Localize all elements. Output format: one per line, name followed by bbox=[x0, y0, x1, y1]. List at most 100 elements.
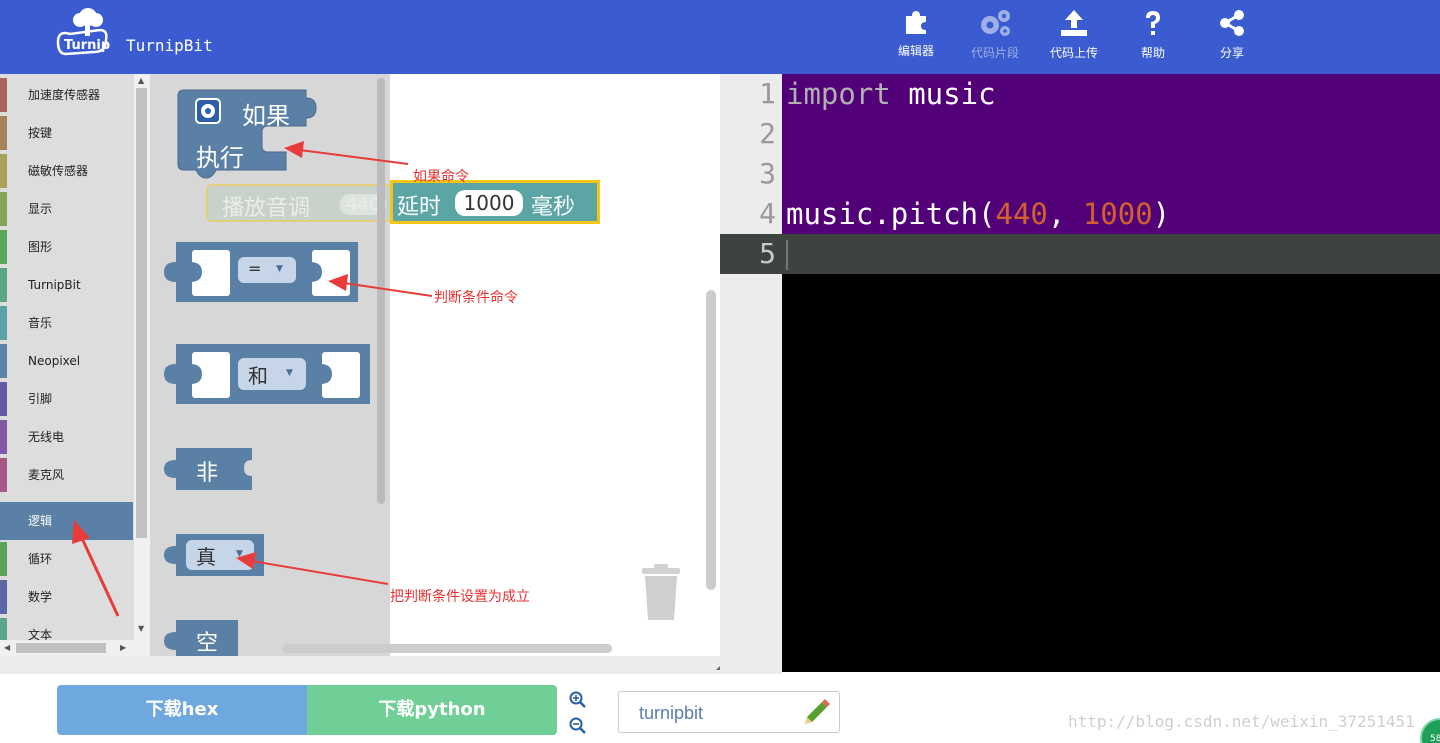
category-label: 图形 bbox=[28, 240, 53, 254]
scroll-right-icon[interactable]: ▶ bbox=[120, 643, 126, 652]
boolean-value-dropdown[interactable]: 真 ▼ bbox=[186, 540, 254, 570]
null-label: 空 bbox=[196, 631, 219, 656]
gear-icon[interactable] bbox=[195, 98, 221, 124]
share-icon bbox=[1220, 10, 1244, 36]
top-header: Turnip TurnipBit 编辑器 代码片段 代码上传 帮助 分享 bbox=[0, 0, 1440, 74]
trash-icon[interactable] bbox=[638, 564, 684, 622]
flyout-scrollbar[interactable] bbox=[377, 78, 385, 504]
category-label: 显示 bbox=[28, 202, 53, 216]
line-number: 4 bbox=[759, 197, 776, 230]
download-hex-button[interactable]: 下载hex bbox=[57, 685, 307, 735]
scrollbar-thumb[interactable] bbox=[136, 88, 147, 538]
chevron-down-icon: ▼ bbox=[276, 264, 283, 274]
watermark: http://blog.csdn.net/weixin_37251451 bbox=[1068, 712, 1415, 731]
nav-help[interactable]: 帮助 bbox=[1123, 6, 1183, 70]
nav-editor[interactable]: 编辑器 bbox=[886, 6, 946, 70]
zoom-out-icon[interactable] bbox=[568, 716, 588, 736]
music-ghost-label: 播放音调 bbox=[222, 196, 311, 221]
workspace-vertical-scrollbar[interactable] bbox=[706, 290, 716, 590]
help-icon bbox=[1146, 11, 1160, 35]
boolean-value: 真 bbox=[196, 545, 216, 569]
scroll-up-icon[interactable]: ▲ bbox=[138, 76, 144, 85]
category-label: 磁敏传感器 bbox=[28, 164, 89, 178]
keyword-import: import bbox=[786, 77, 891, 111]
category-logic[interactable]: 逻辑 bbox=[0, 502, 133, 540]
workspace-horizontal-scrollbar[interactable] bbox=[282, 644, 612, 653]
category-horizontal-scrollbar[interactable]: ◀ ▶ bbox=[0, 640, 150, 656]
annotation-set-true: 把判断条件设置为成立 bbox=[390, 589, 530, 605]
block-workspace[interactable]: 播放音调 440 延时 1000 毫秒 如果 执行 = ▼ 和 ▼ 非 真 ▼ … bbox=[150, 74, 720, 656]
call-suffix: ) bbox=[1152, 197, 1171, 231]
category-label: 音乐 bbox=[28, 316, 53, 330]
category-images[interactable]: 图形 bbox=[0, 228, 133, 266]
compare-operator: = bbox=[248, 259, 262, 278]
category-vertical-scrollbar[interactable]: ▲ ▼ bbox=[134, 74, 150, 640]
nav-help-label: 帮助 bbox=[1140, 46, 1165, 60]
category-label: 循环 bbox=[28, 552, 53, 566]
duration-field[interactable]: 1000 bbox=[455, 190, 523, 216]
download-python-button[interactable]: 下载python bbox=[307, 685, 557, 735]
logic-operator-dropdown[interactable]: 和 ▼ bbox=[238, 358, 306, 390]
nav-share[interactable]: 分享 bbox=[1202, 6, 1262, 70]
pencil-icon[interactable] bbox=[801, 698, 831, 728]
unit-label: 毫秒 bbox=[531, 195, 576, 220]
code-line-1[interactable]: import music bbox=[786, 74, 996, 114]
turnipbit-logo[interactable]: Turnip bbox=[54, 6, 110, 58]
category-compass[interactable]: 磁敏传感器 bbox=[0, 152, 133, 190]
category-buttons[interactable]: 按键 bbox=[0, 114, 133, 152]
nav-snippets[interactable]: 代码片段 bbox=[965, 6, 1025, 70]
category-color-bar bbox=[0, 382, 7, 416]
category-neopixel[interactable]: Neopixel bbox=[0, 342, 133, 380]
category-pins[interactable]: 引脚 bbox=[0, 380, 133, 418]
category-label: TurnipBit bbox=[28, 278, 81, 292]
pitch-arg: 440 bbox=[995, 197, 1048, 231]
category-radio[interactable]: 无线电 bbox=[0, 418, 133, 456]
scrollbar-thumb[interactable] bbox=[16, 643, 106, 653]
category-label: 麦克风 bbox=[28, 468, 65, 482]
nav-snippets-label: 代码片段 bbox=[970, 46, 1019, 60]
nav-upload[interactable]: 代码上传 bbox=[1044, 6, 1104, 70]
category-math[interactable]: 数学 bbox=[0, 578, 133, 616]
category-music[interactable]: 音乐 bbox=[0, 304, 133, 342]
call-prefix: music.pitch( bbox=[786, 197, 996, 231]
category-color-bar bbox=[0, 306, 7, 340]
category-color-bar bbox=[0, 154, 7, 188]
category-color-bar bbox=[0, 344, 7, 378]
category-accelerometer[interactable]: 加速度传感器 bbox=[0, 76, 133, 114]
project-name-input[interactable] bbox=[639, 700, 799, 726]
category-turnipbit[interactable]: TurnipBit bbox=[0, 266, 133, 304]
delay-label: 延时 bbox=[397, 195, 442, 220]
scroll-down-icon[interactable]: ▼ bbox=[138, 624, 144, 633]
category-display[interactable]: 显示 bbox=[0, 190, 133, 228]
zoom-in-icon[interactable] bbox=[568, 690, 588, 710]
scroll-left-icon[interactable]: ◀ bbox=[4, 643, 10, 652]
category-toolbox: 加速度传感器 按键 磁敏传感器 显示 图形 TurnipBit 音乐 Neopi… bbox=[0, 74, 150, 656]
category-label: 逻辑 bbox=[28, 514, 53, 528]
line-number: 2 bbox=[759, 117, 776, 150]
category-color-bar bbox=[0, 580, 7, 614]
puzzle-icon bbox=[906, 11, 926, 34]
category-loops[interactable]: 循环 bbox=[0, 540, 133, 578]
category-label: 加速度传感器 bbox=[28, 88, 101, 102]
module-name: music bbox=[890, 77, 996, 111]
do-label: 执行 bbox=[196, 144, 244, 172]
brand-name: TurnipBit bbox=[126, 36, 213, 55]
category-microphone[interactable]: 麦克风 bbox=[0, 456, 133, 494]
category-color-bar bbox=[0, 116, 7, 150]
logo-lettering: Turnip bbox=[64, 38, 110, 53]
annotation-if-command: 如果命令 bbox=[413, 169, 469, 185]
category-color-bar bbox=[0, 542, 7, 576]
project-name-box bbox=[618, 691, 840, 733]
category-color-bar bbox=[0, 192, 7, 226]
chevron-down-icon: ▼ bbox=[286, 368, 293, 378]
if-label: 如果 bbox=[242, 102, 290, 130]
category-label: 无线电 bbox=[28, 430, 65, 444]
current-line bbox=[782, 234, 1440, 274]
category-label: 按键 bbox=[28, 126, 53, 140]
category-label: 数学 bbox=[28, 590, 53, 604]
category-label: 引脚 bbox=[28, 392, 53, 406]
music-pitch-block[interactable]: 延时 1000 毫秒 bbox=[390, 180, 600, 224]
compare-operator-dropdown[interactable]: = ▼ bbox=[238, 257, 296, 283]
code-line-4[interactable]: music.pitch(440, 1000) bbox=[786, 194, 1170, 234]
category-color-bar bbox=[0, 458, 7, 492]
